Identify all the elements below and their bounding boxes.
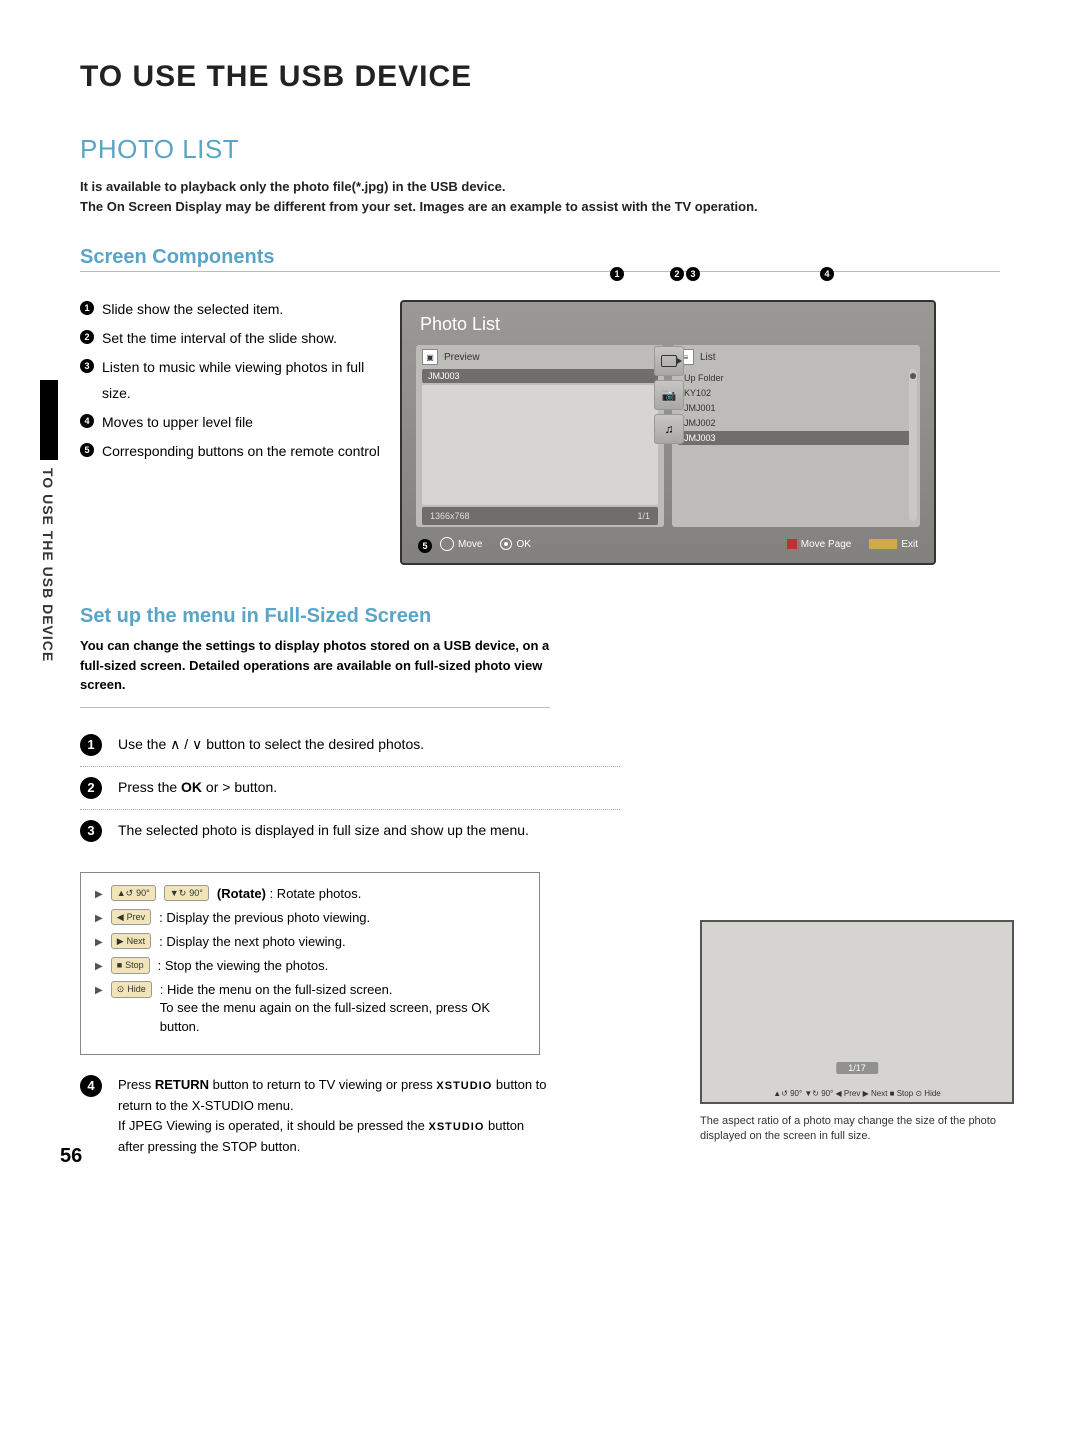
tv-screenshot: Photo List ▣Preview JMJ003 1366x7681/1 ≡… [400, 300, 936, 565]
side-tab: TO USE THE USB DEVICE [40, 380, 80, 700]
page-number: 56 [60, 1145, 82, 1168]
steps: 1 Use the ∧ / ∨ button to select the des… [80, 724, 620, 852]
list-item: KY102 [678, 386, 914, 400]
list-item: Up Folder [678, 371, 914, 385]
xstudio-logo: XSTUDIO [436, 1080, 492, 1092]
preview-panel: ▣Preview JMJ003 1366x7681/1 [416, 345, 664, 527]
rotate-ccw-button: ▲↺ 90° [111, 885, 156, 902]
list-panel: ≡List Up Folder KY102 JMJ001 JMJ002 JMJ0… [672, 345, 920, 527]
fullsize-intro: You can change the settings to display p… [80, 636, 550, 708]
rotate-cw-button: ▼↻ 90° [164, 885, 209, 902]
music-icon: ♫ [654, 414, 684, 444]
next-button: ▶ Next [111, 933, 151, 950]
move-icon [440, 537, 454, 551]
intro-text: It is available to playback only the pho… [80, 177, 1000, 216]
component-list: 1Slide show the selected item. 2Set the … [80, 282, 380, 565]
slideshow-icon [654, 346, 684, 376]
step-4: 4 Press RETURN button to return to TV vi… [80, 1075, 550, 1158]
section-heading: PHOTO LIST [80, 134, 1000, 165]
red-button-icon [787, 539, 797, 549]
interval-icon: 📷 [654, 380, 684, 410]
fullsize-heading: Set up the menu in Full-Sized Screen [80, 605, 1000, 628]
yellow-button-icon [869, 539, 897, 549]
page-title: TO USE THE USB DEVICE [80, 60, 1000, 94]
list-item: JMJ001 [678, 401, 914, 415]
photo-icon: ▣ [422, 349, 438, 365]
stop-button: ■ Stop [111, 957, 150, 974]
xstudio-logo: XSTUDIO [429, 1121, 485, 1133]
list-item: JMJ003 [678, 431, 914, 445]
list-item: JMJ002 [678, 416, 914, 430]
hide-button: ⊙ Hide [111, 981, 152, 998]
prev-button: ◀ Prev [111, 909, 151, 926]
controls-box: ▶ ▲↺ 90° ▼↻ 90° (Rotate) : Rotate photos… [80, 872, 540, 1055]
ok-icon [500, 538, 512, 550]
fullsize-preview: 1/17 ▲↺ 90° ▼↻ 90° ◀ Prev ▶ Next ■ Stop … [700, 920, 1010, 1145]
